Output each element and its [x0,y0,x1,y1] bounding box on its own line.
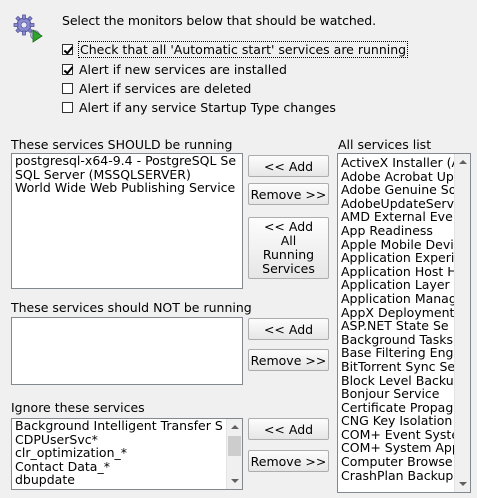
ignore-remove-button[interactable]: Remove >> [248,450,329,472]
list-item[interactable]: ASP.NET State Se [338,319,454,333]
ignore-list[interactable]: Background Intelligent Transfer S CDPUse… [11,418,243,490]
list-item[interactable]: Block Level Backu [338,373,454,388]
checkbox[interactable] [62,101,73,113]
list-item[interactable]: BitTorrent Sync Se [338,360,455,374]
checkbox[interactable] [62,82,73,94]
all-services-title: All services list [338,137,432,152]
ignore-title: Ignore these services [11,400,145,415]
list-item[interactable]: Adobe Genuine So [338,183,456,197]
list-item[interactable]: Application Host H [338,265,457,279]
list-item[interactable]: AdobeUpdateServ [338,197,454,211]
should-not-run-add-button[interactable]: << Add [248,318,329,340]
list-item[interactable]: Background Tasks [338,333,454,347]
list-item[interactable]: CrashPlan Backup [338,469,454,483]
scroll-up-arrow-icon[interactable] [227,419,242,435]
list-item[interactable]: Base Filtering Eng [338,346,454,360]
list-item[interactable]: CDPUserSvc* [12,432,226,447]
list-item[interactable]: Bonjour Service [338,387,454,401]
option-new-services[interactable]: Alert if new services are installed [62,60,287,78]
add-all-running-button[interactable]: << Add All Running Services [248,217,329,279]
checkbox[interactable] [62,63,73,75]
list-item[interactable]: Apple Mobile Devi [338,237,454,252]
should-not-run-remove-button[interactable]: Remove >> [248,349,329,371]
instruction-text: Select the monitors below that should be… [62,13,376,28]
list-item[interactable]: dbupdate [12,473,226,487]
option-label: Alert if services are deleted [79,80,252,96]
list-item[interactable]: SQL Server (MSSQLSERVER) [12,167,242,182]
list-item[interactable]: ActiveX Installer (A [338,156,460,170]
scroll-down-arrow-icon[interactable] [227,473,242,489]
scroll-up-arrow-icon[interactable] [455,154,470,170]
should-not-run-title: These services should NOT be running [11,300,252,315]
option-startup-type-changes[interactable]: Alert if any service Startup Type change… [62,98,336,116]
list-item[interactable]: Background Intelligent Transfer S [12,419,226,433]
list-item[interactable]: Application Experi [338,251,454,265]
option-label: Check that all 'Automatic start' service… [77,40,409,58]
should-run-title: These services SHOULD be running [11,137,233,152]
list-item[interactable]: Computer Browse [338,455,454,469]
all-services-list[interactable]: ActiveX Installer (A Adobe Acrobat Up Adob… [337,153,471,493]
list-item[interactable]: Application Layer [338,278,454,292]
list-item[interactable]: Contact Data_* [12,460,226,474]
ignore-add-button[interactable]: << Add [248,418,329,440]
option-services-deleted[interactable]: Alert if services are deleted [62,79,251,97]
all-services-scrollbar[interactable] [454,154,470,492]
list-item[interactable]: Application Manag [338,292,457,306]
list-item[interactable]: World Wide Web Publishing Service [12,181,242,195]
option-check-automatic-start[interactable]: Check that all 'Automatic start' service… [62,40,409,58]
option-label: Alert if any service Startup Type change… [79,99,336,115]
list-item[interactable]: Adobe Acrobat Up [338,169,454,184]
option-label: Alert if new services are installed [79,61,287,77]
list-item[interactable]: App Readiness [338,224,454,238]
list-item[interactable]: AMD External Eve [338,210,454,224]
should-run-list[interactable]: postgresql-x64-9.4 - PostgreSQL Se SQL S… [11,153,243,289]
list-item[interactable]: Certificate Propag [338,401,454,415]
list-item[interactable]: COM+ Event Syste [338,428,459,442]
list-item[interactable]: postgresql-x64-9.4 - PostgreSQL Se [12,154,242,168]
ignore-scrollbar[interactable] [226,419,242,489]
list-item[interactable]: AppX Deployment [338,305,454,320]
checkbox[interactable] [62,43,73,55]
gear-icon [12,12,44,44]
list-item[interactable]: COM+ System App [338,441,460,455]
list-item[interactable]: CNG Key Isolation [338,414,454,428]
scroll-thumb[interactable] [228,436,241,456]
list-item[interactable]: clr_optimization_* [12,446,226,460]
should-not-run-list[interactable] [11,317,243,385]
should-run-add-button[interactable]: << Add [248,155,329,177]
should-run-remove-button[interactable]: Remove >> [248,183,329,205]
scroll-down-arrow-icon[interactable] [455,476,470,492]
